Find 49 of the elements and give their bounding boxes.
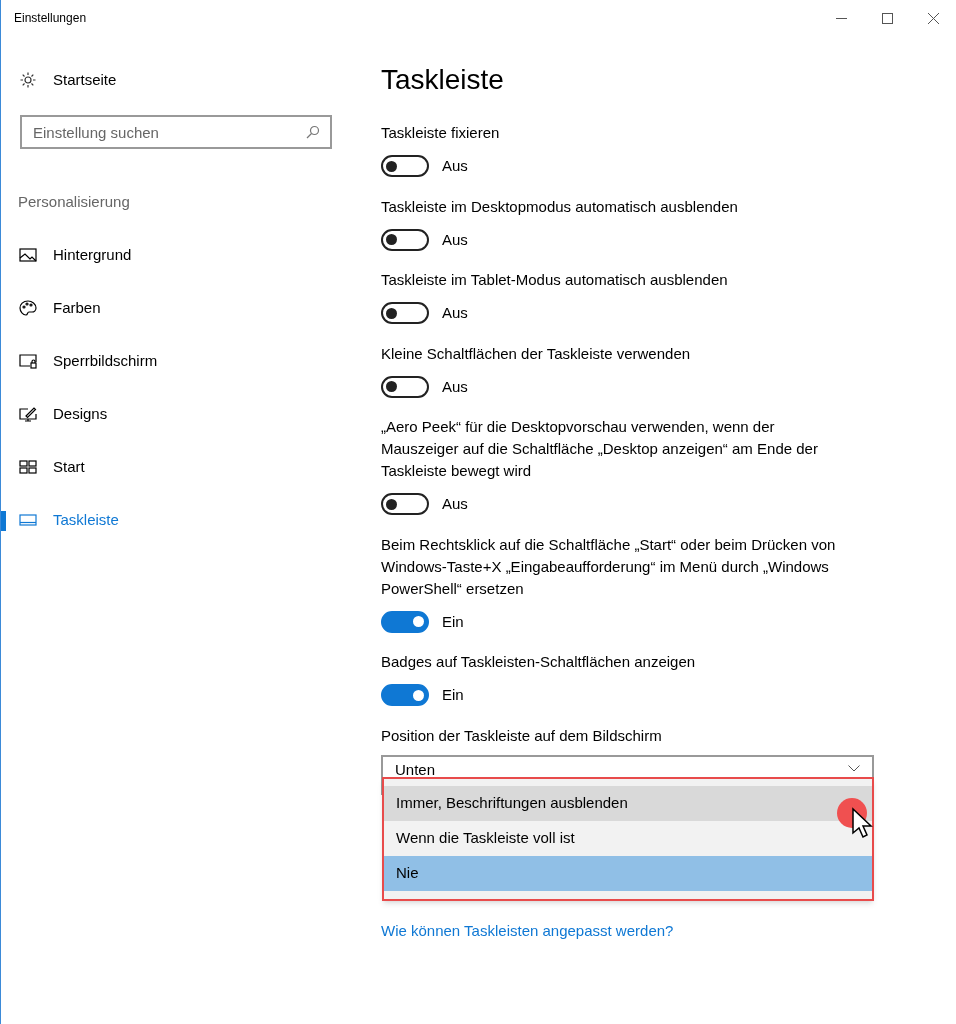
search-field[interactable]: Einstellung suchen [20,115,332,149]
toggle-state: Aus [442,156,468,176]
nav-item[interactable]: Hintergrund [1,228,351,282]
toggle-switch[interactable] [381,302,429,325]
nav-item[interactable]: Start [1,440,351,494]
maximize-icon [881,12,893,24]
toggle-state: Aus [442,229,468,250]
setting-label: Kleine Schaltflächen der Taskleiste verwenden [381,343,692,364]
setting-label: Beim Rechtsklick auf die Schaltfläche „Start“ oder beim Drücken von Windows-Taste+X „Eingabeaufforderung“ im Menü durch „Windows PowerShell“ ersetzen [381,534,837,599]
toggle-switch[interactable] [381,228,429,251]
page-title: Taskleiste [381,63,505,97]
toggle-switch[interactable] [381,684,429,707]
nav-item[interactable]: Sperrbildschirm [1,334,351,388]
palette-icon [19,300,37,316]
toggle-state: Aus [442,376,468,397]
home-nav-item[interactable]: Startseite [1,60,351,100]
setting-label: Badges auf Taskleisten-Schaltflächen anzeigen [381,652,697,672]
settings-icon [19,71,37,89]
help-link[interactable]: Wie können Taskleisten angepasst werden? [381,919,876,942]
taskbar-icon [19,512,37,528]
toggle-switch[interactable] [381,155,429,178]
toggle-switch[interactable] [381,375,429,398]
nav-item[interactable]: Farben [1,281,351,335]
tiles-icon [19,459,37,475]
toggle-switch[interactable] [381,610,429,633]
window-title: Einstellungen [14,10,87,27]
chevron-icon [848,764,860,772]
setting-label: Taskleiste im Tablet-Modus automatisch ausblenden [381,270,729,290]
setting-label: „Aero Peek“ für die Desktopvorschau verwenden, wenn der Mauszeiger auf die Schaltfläche „Desktop anzeigen“ am Ende der Taskleiste bewegt wird [381,417,819,481]
setting-label: Taskleiste im Desktopmodus automatisch ausblenden [381,196,739,217]
toggle-switch[interactable] [381,493,429,516]
setting-label: Position der Taskleiste auf dem Bildschirm [381,725,663,746]
toggle-state: Aus [442,494,468,514]
monitor-brush-icon [19,406,37,422]
section-heading: Personalisierung [17,192,131,212]
menu-option[interactable]: Nie [384,855,872,891]
menu-option[interactable]: Wenn die Taskleiste voll ist [384,820,872,856]
toggle-state: Ein [442,685,464,705]
nav-item[interactable]: Taskleiste [1,493,351,547]
selection-bar [1,510,6,531]
menu-option[interactable]: Immer, Beschriftungen ausblenden [384,785,872,821]
image-icon [19,247,37,263]
setting-label: Taskleiste fixieren [381,123,501,143]
lock-screen-icon [19,353,37,369]
toggle-state: Ein [442,611,464,632]
nav-item[interactable]: Designs [1,387,351,441]
toggle-state: Aus [442,303,468,323]
close-icon [927,12,939,24]
search-icon [306,125,320,139]
